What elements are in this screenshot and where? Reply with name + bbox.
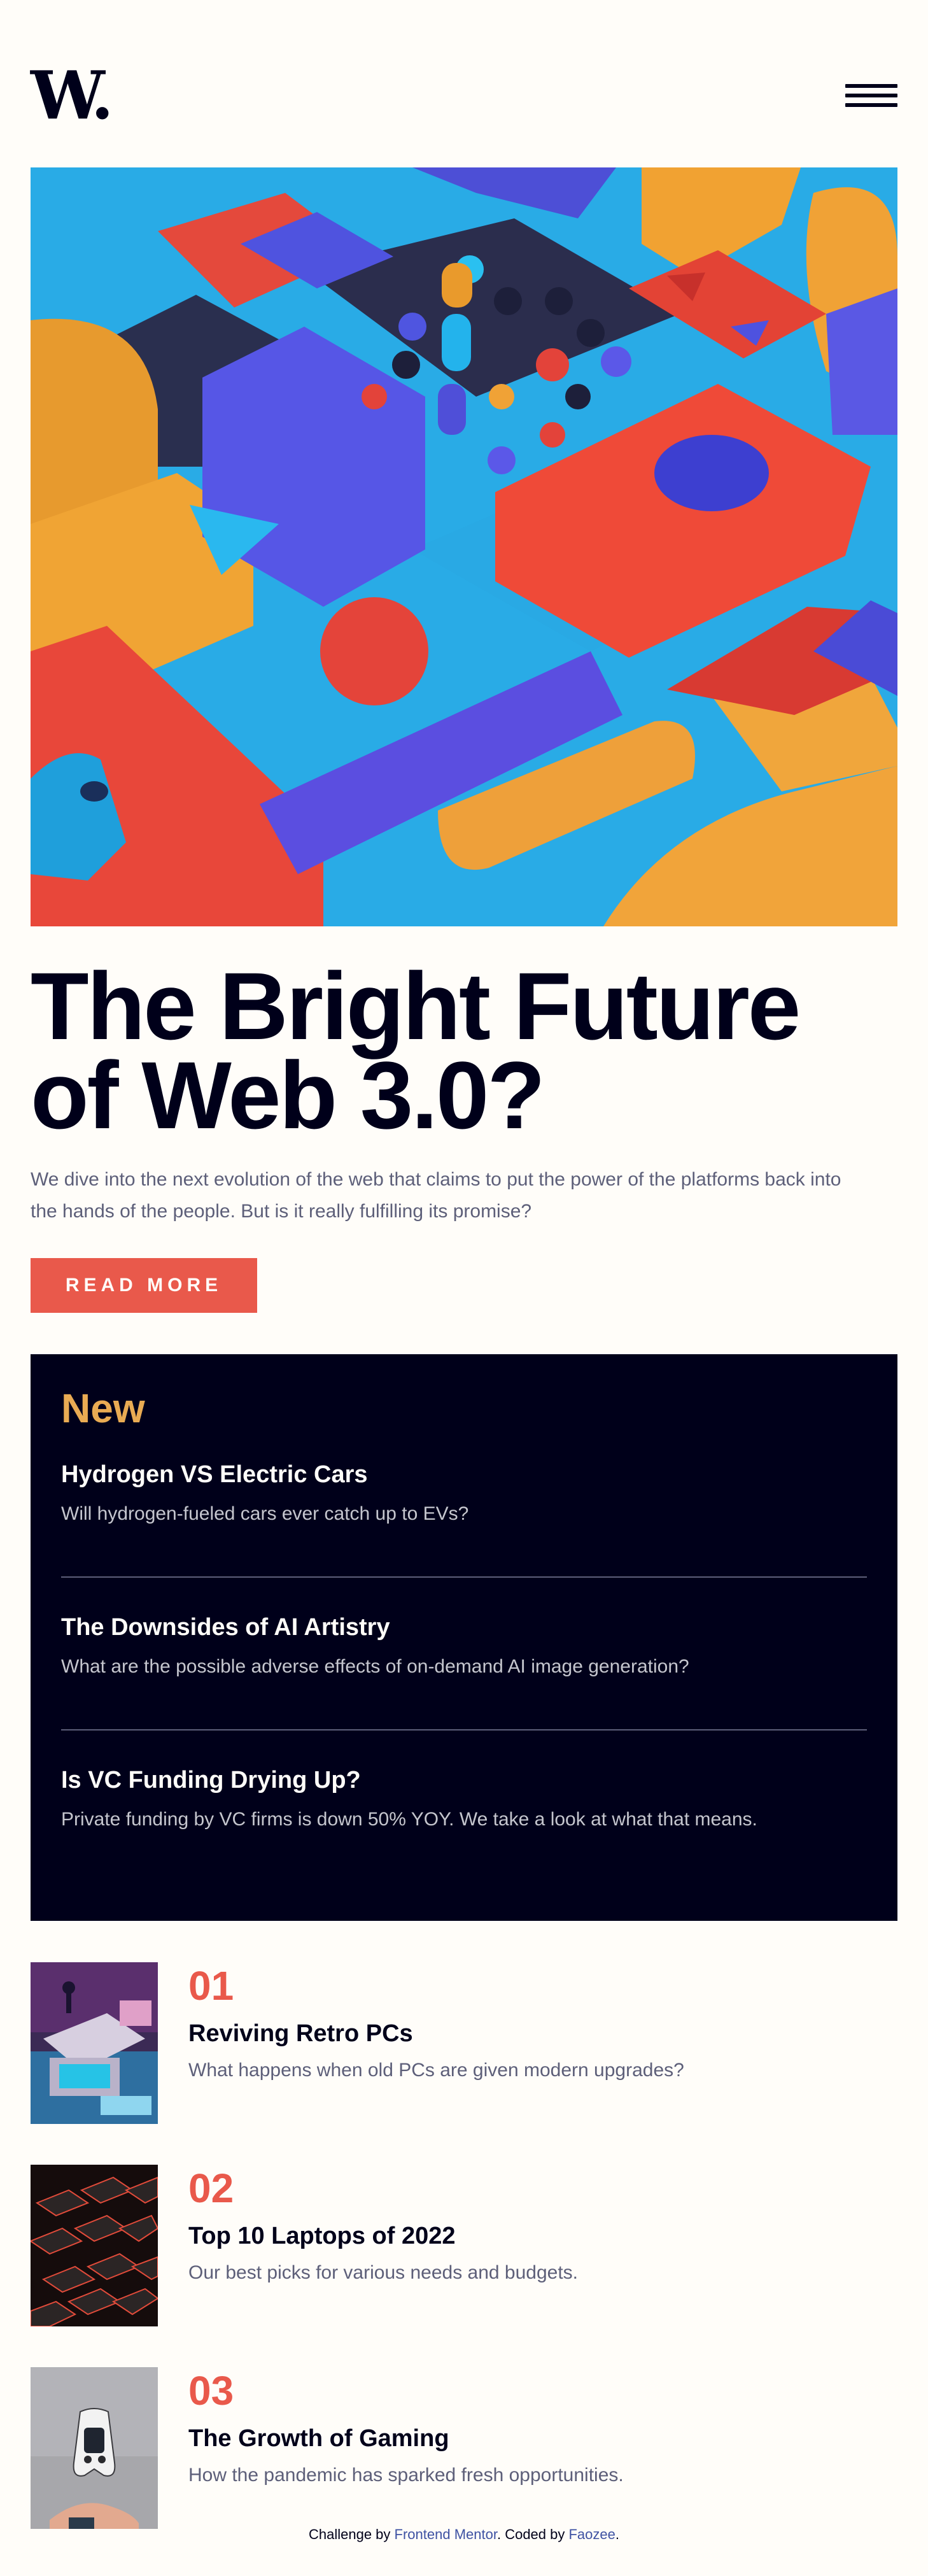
attribution-prefix: Challenge by [308,2526,395,2542]
new-item[interactable]: The Downsides of AI Artistry What are th… [61,1612,867,1681]
frontend-mentor-link[interactable]: Frontend Mentor [395,2526,497,2542]
read-more-button[interactable]: READ MORE [31,1258,257,1313]
list-item[interactable]: 02 Top 10 Laptops of 2022 Our best picks… [31,2165,897,2326]
list-item[interactable]: 03 The Growth of Gaming How the pandemic… [31,2367,897,2529]
new-item-title[interactable]: Is VC Funding Drying Up? [61,1765,867,1795]
new-item-title[interactable]: The Downsides of AI Artistry [61,1612,867,1643]
new-item-description: What are the possible adverse effects of… [61,1656,689,1677]
article-body: 02 Top 10 Laptops of 2022 Our best picks… [188,2165,889,2287]
article-title[interactable]: The Growth of Gaming [188,2423,889,2454]
divider [61,1576,867,1578]
new-item-description: Will hydrogen-fueled cars ever catch up … [61,1503,469,1524]
article-description: How the pandemic has sparked fresh oppor… [188,2465,624,2486]
article-body: 01 Reviving Retro PCs What happens when … [188,1962,889,2084]
author-link[interactable]: Faozee [568,2526,615,2542]
new-item-title[interactable]: Hydrogen VS Electric Cars [61,1459,867,1490]
article-body: 03 The Growth of Gaming How the pandemic… [188,2367,889,2489]
game-controller-image[interactable] [31,2367,158,2529]
abstract-3d-blocks-image [31,167,897,926]
hamburger-menu-icon[interactable] [845,84,897,110]
list-item[interactable]: 01 Reviving Retro PCs What happens when … [31,1962,897,2124]
attribution-middle: . Coded by [496,2526,569,2542]
article-number: 03 [188,2368,234,2414]
new-item[interactable]: Hydrogen VS Electric Cars Will hydrogen-… [61,1459,867,1528]
article-title[interactable]: Top 10 Laptops of 2022 [188,2221,889,2251]
divider [61,1729,867,1730]
new-item-description: Private funding by VC firms is down 50% … [61,1809,757,1830]
article-title[interactable]: Reviving Retro PCs [188,2018,889,2049]
new-articles-panel: New Hydrogen VS Electric Cars Will hydro… [31,1354,897,1921]
site-header: W. [31,62,897,129]
new-item[interactable]: Is VC Funding Drying Up? Private funding… [61,1765,867,1834]
article-description: Our best picks for various needs and bud… [188,2262,579,2283]
attribution-suffix: . [615,2526,619,2542]
retro-pc-image[interactable] [31,1962,158,2124]
page-title: The Bright Future of Web 3.0? [31,952,801,1149]
new-heading: New [61,1385,145,1431]
site-logo[interactable]: W. [31,62,114,129]
attribution: Challenge by Frontend Mentor. Coded by F… [0,2525,928,2544]
hero-description: We dive into the next evolution of the w… [31,1169,841,1222]
article-number: 01 [188,1963,234,2009]
laptop-keyboard-image[interactable] [31,2165,158,2326]
article-number: 02 [188,2165,234,2211]
article-description: What happens when old PCs are given mode… [188,2060,684,2081]
